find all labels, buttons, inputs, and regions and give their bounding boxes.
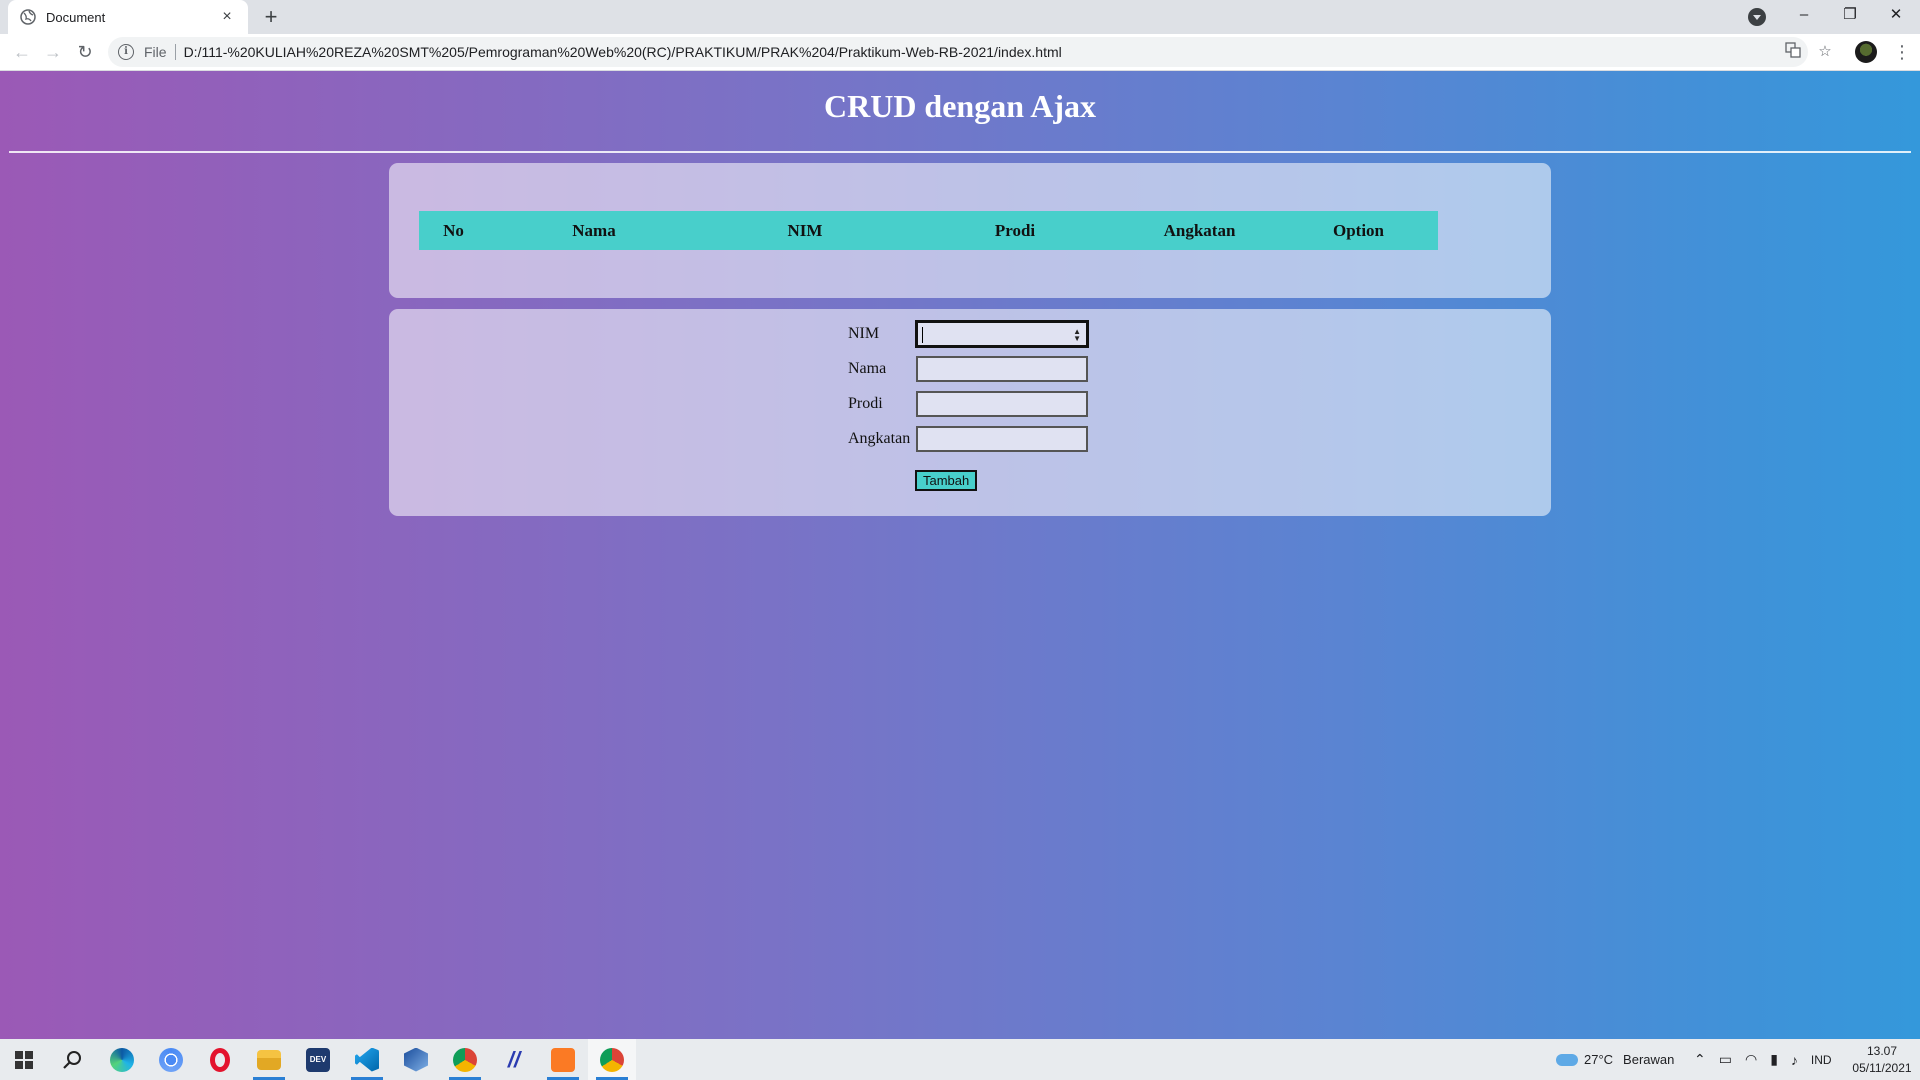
info-icon[interactable]: i (118, 44, 134, 60)
chrome-profile-icon[interactable] (441, 1039, 489, 1080)
weather-temp: 27°C (1584, 1052, 1614, 1067)
address-separator (174, 44, 176, 60)
weather-desc: Berawan (1623, 1052, 1675, 1067)
volume-icon[interactable]: ♪ (1791, 1052, 1798, 1068)
system-tray: ⌃ ▭ ◠ ▮ ♪ IND (1694, 1039, 1832, 1080)
address-bar[interactable]: i File D:/111-%20KULIAH%20REZA%20SMT%205… (108, 37, 1808, 67)
nama-label: Nama (848, 360, 887, 377)
profile-avatar[interactable] (1855, 41, 1877, 63)
xampp-icon[interactable] (539, 1039, 587, 1080)
header-option: Option (1332, 220, 1385, 240)
weather-widget[interactable]: 27°C Berawan (1556, 1039, 1674, 1080)
clock-date: 05/11/2021 (1852, 1061, 1912, 1075)
prodi-input[interactable] (916, 391, 1088, 417)
search-icon[interactable] (48, 1039, 96, 1080)
form-row-nim: NIM ▲ ▼ (848, 320, 1089, 348)
header-nim: NIM (787, 220, 823, 240)
file-explorer-icon[interactable] (245, 1039, 293, 1080)
chevron-up-icon[interactable]: ⌃ (1694, 1051, 1706, 1068)
windows-taskbar: DEV // 27°C Berawan ⌃ ▭ ◠ ▮ ♪ IND 13.07 … (0, 1039, 1920, 1080)
title-divider (9, 151, 1911, 153)
wifi-icon[interactable]: ◠ (1745, 1051, 1757, 1068)
table-panel: No Nama NIM Prodi Angkatan Option (389, 163, 1551, 298)
translate-icon[interactable] (1783, 42, 1803, 62)
globe-icon (20, 9, 36, 25)
header-angkatan: Angkatan (1163, 220, 1236, 240)
form-row-prodi: Prodi (848, 391, 1088, 417)
data-table: No Nama NIM Prodi Angkatan Option (419, 211, 1438, 250)
menu-icon[interactable]: ⋮ (1893, 40, 1911, 64)
nim-label: NIM (848, 325, 880, 342)
page-viewport: CRUD dengan Ajax No Nama NIM Prodi Angka… (0, 71, 1920, 1039)
form-panel: NIM ▲ ▼ Nama Prodi Angkatan Tambah (389, 309, 1551, 516)
clock-time: 13.07 (1866, 1044, 1898, 1058)
opera-icon[interactable] (196, 1039, 244, 1080)
close-window-button[interactable]: ✕ (1873, 0, 1919, 30)
text-caret (922, 327, 923, 343)
scheme-label: File (144, 44, 167, 60)
tab-search-icon[interactable] (1748, 8, 1766, 26)
table-header-row: No Nama NIM Prodi Angkatan Option (419, 211, 1438, 250)
page-title: CRUD dengan Ajax (823, 88, 1097, 124)
reload-icon[interactable]: ↻ (73, 40, 97, 64)
star-icon[interactable]: ☆ (1815, 42, 1835, 62)
meet-now-icon[interactable]: ▭ (1719, 1051, 1732, 1068)
header-no: No (443, 220, 464, 240)
devcpp-icon[interactable]: DEV (294, 1039, 342, 1080)
tab-title: Document (46, 9, 106, 25)
virtualbox-icon[interactable] (392, 1039, 440, 1080)
edge-icon[interactable] (98, 1039, 146, 1080)
browser-tab[interactable]: Document × (8, 0, 248, 34)
nama-input[interactable] (916, 356, 1088, 382)
vscode-icon[interactable] (343, 1039, 391, 1080)
minimize-button[interactable]: – (1781, 0, 1827, 30)
angkatan-label: Angkatan (848, 430, 911, 447)
start-icon[interactable] (0, 1039, 48, 1080)
browser-toolbar: ← → ↻ i File D:/111-%20KULIAH%20REZA%20S… (0, 34, 1920, 71)
url-text[interactable]: D:/111-%20KULIAH%20REZA%20SMT%205/Pemrog… (184, 44, 1062, 60)
back-icon[interactable]: ← (10, 40, 34, 64)
chrome-active-icon[interactable] (588, 1039, 636, 1080)
csharp-icon[interactable]: // (490, 1039, 538, 1080)
tab-close-icon[interactable]: × (218, 8, 236, 26)
prodi-label: Prodi (848, 395, 883, 412)
number-spinner-icon[interactable]: ▲ ▼ (1073, 328, 1081, 343)
header-nama: Nama (572, 220, 616, 240)
chrome-icon[interactable] (147, 1039, 195, 1080)
battery-icon[interactable]: ▮ (1770, 1051, 1778, 1068)
form-row-angkatan: Angkatan (848, 426, 1088, 452)
angkatan-input[interactable] (916, 426, 1088, 452)
browser-tabstrip: Document × + – ❐ ✕ (0, 0, 1920, 34)
header-prodi: Prodi (994, 220, 1036, 240)
forward-icon[interactable]: → (41, 40, 65, 64)
new-tab-button[interactable]: + (258, 4, 284, 30)
cloud-icon (1556, 1053, 1578, 1066)
tambah-button[interactable]: Tambah (915, 470, 978, 491)
nim-input[interactable]: ▲ ▼ (915, 320, 1089, 348)
language-indicator[interactable]: IND (1811, 1053, 1832, 1067)
restore-button[interactable]: ❐ (1827, 0, 1873, 30)
clock[interactable]: 13.07 05/11/2021 (1844, 1043, 1920, 1077)
form-row-nama: Nama (848, 356, 1088, 382)
